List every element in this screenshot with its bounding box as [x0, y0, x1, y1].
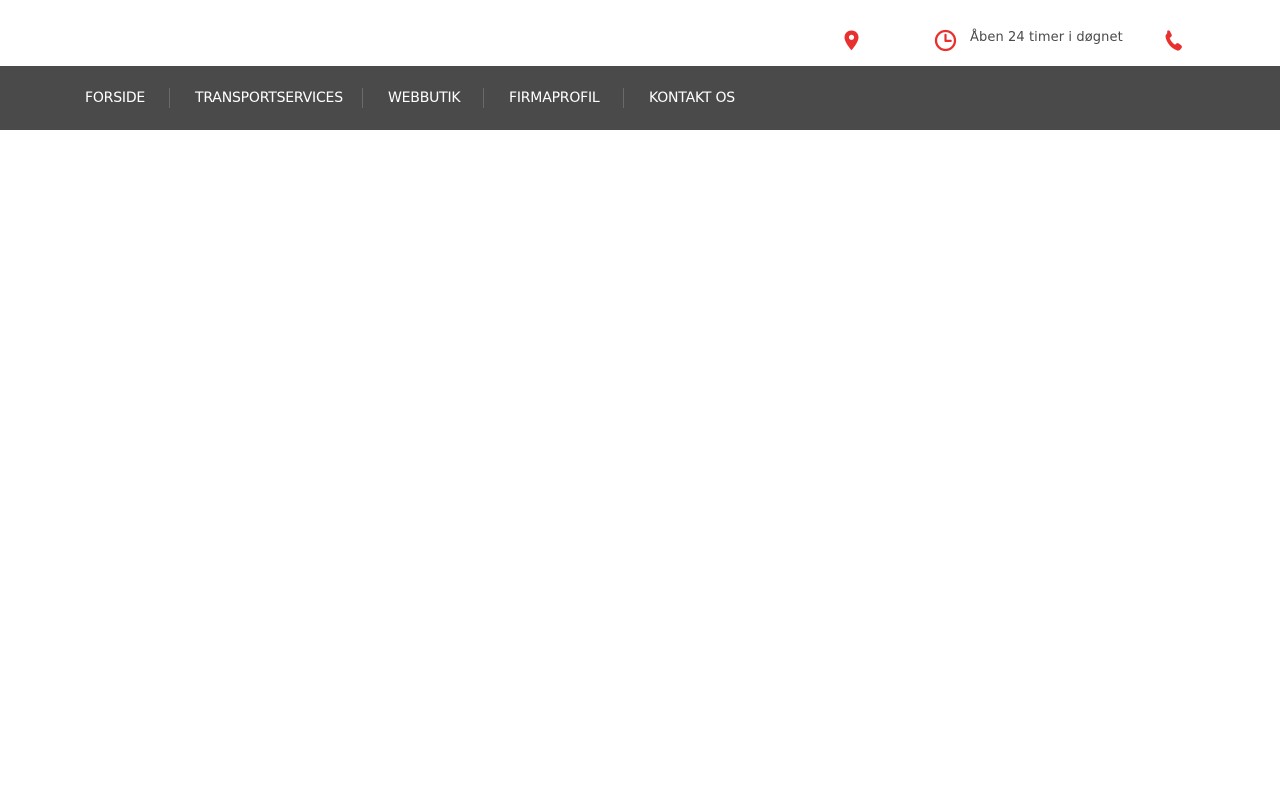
phone-icon [1165, 30, 1182, 51]
nav-divider [623, 88, 624, 108]
main-navigation: FORSIDE TRANSPORTSERVICES WEBBUTIK FIRMA… [0, 66, 1280, 130]
clock-icon [934, 29, 957, 52]
location-pin-icon [844, 30, 859, 51]
top-info-bar: Åben 24 timer i døgnet [0, 0, 1280, 66]
nav-item-firmaprofil[interactable]: FIRMAPROFIL [509, 66, 600, 130]
nav-item-webbutik[interactable]: WEBBUTIK [388, 66, 461, 130]
nav-item-forside[interactable]: FORSIDE [85, 66, 145, 130]
nav-item-transportservices[interactable]: TRANSPORTSERVICES [195, 66, 343, 130]
page-content-area [0, 130, 1280, 800]
nav-divider [362, 88, 363, 108]
nav-divider [483, 88, 484, 108]
nav-divider [169, 88, 170, 108]
opening-hours-text: Åben 24 timer i døgnet [970, 30, 1123, 45]
nav-item-kontakt-os[interactable]: KONTAKT OS [649, 66, 735, 130]
